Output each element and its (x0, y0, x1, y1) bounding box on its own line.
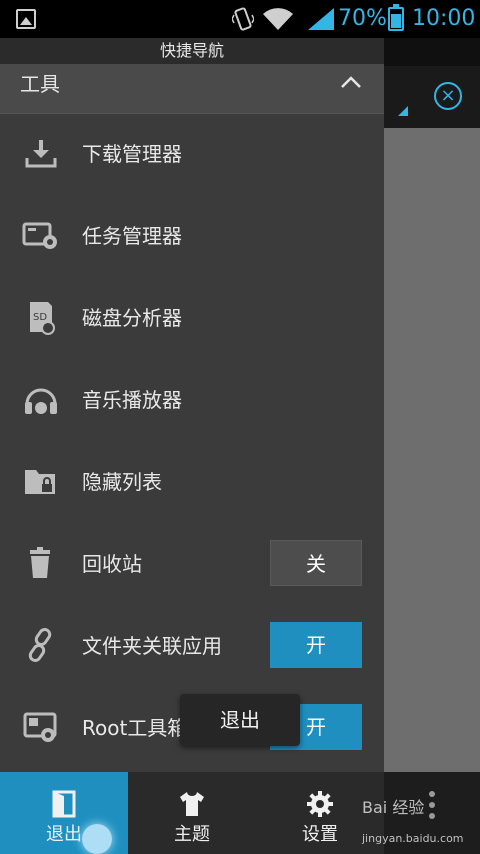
root-toolbox-icon (22, 708, 60, 746)
link-icon (22, 626, 60, 664)
chevron-up-icon[interactable] (340, 72, 362, 94)
drawer-item-label: 下载管理器 (82, 142, 182, 166)
download-icon (22, 134, 60, 172)
app-screen: 70% 10:00 × 快捷导航 工具 下载管理器 任务管理器 SD 磁盘分析器… (0, 0, 480, 854)
recycle-bin-toggle[interactable]: 关 (270, 540, 362, 586)
drawer-item-label: Root工具箱 (82, 716, 188, 740)
background-app: × (384, 38, 480, 772)
section-header-tools[interactable]: 工具 (0, 64, 384, 114)
gallery-notification-icon (16, 9, 36, 29)
vibrate-icon (231, 6, 255, 32)
drawer-item-recycle-bin[interactable]: 回收站 关 (0, 524, 384, 606)
locked-folder-icon (22, 462, 60, 500)
background-app-header: × (384, 38, 480, 128)
more-options-icon[interactable] (428, 790, 436, 820)
battery-icon (388, 4, 404, 31)
drawer-item-disk-analyzer[interactable]: SD 磁盘分析器 (0, 278, 384, 360)
navigation-drawer: 快捷导航 工具 下载管理器 任务管理器 SD 磁盘分析器 音乐播放器 隐藏列表 … (0, 38, 384, 772)
status-bar: 70% 10:00 (0, 0, 480, 38)
close-icon[interactable]: × (434, 82, 462, 110)
touch-indicator (82, 824, 112, 854)
drawer-item-label: 回收站 (82, 552, 142, 576)
clock: 10:00 (412, 6, 476, 31)
exit-door-icon (50, 790, 78, 818)
headphones-icon (22, 380, 60, 418)
drawer-item-label: 文件夹关联应用 (82, 634, 222, 658)
battery-percent: 70% (338, 6, 387, 31)
drawer-item-label: 任务管理器 (82, 224, 182, 248)
signal-icon (308, 8, 334, 30)
tab-theme[interactable]: 主题 (128, 772, 256, 854)
task-manager-icon (22, 216, 60, 254)
tab-exit[interactable]: 退出 (0, 772, 128, 854)
gear-icon (306, 790, 334, 818)
watermark-brand: Bai 经验 (362, 798, 425, 817)
drawer-item-task-manager[interactable]: 任务管理器 (0, 196, 384, 278)
trash-icon (22, 544, 60, 582)
drawer-item-label: 隐藏列表 (82, 470, 162, 494)
folder-association-toggle[interactable]: 开 (270, 622, 362, 668)
sd-card-icon: SD (22, 298, 60, 336)
svg-text:SD: SD (33, 312, 47, 323)
tab-label: 主题 (174, 824, 210, 845)
drawer-title: 快捷导航 (0, 38, 384, 64)
section-header-label: 工具 (20, 72, 60, 96)
watermark-url: jingyan.baidu.com (362, 832, 464, 845)
drawer-item-music-player[interactable]: 音乐播放器 (0, 360, 384, 442)
toast-message: 退出 (180, 694, 300, 746)
drawer-item-hidden-list[interactable]: 隐藏列表 (0, 442, 384, 524)
drawer-item-label: 磁盘分析器 (82, 306, 182, 330)
dropdown-indicator-icon (398, 106, 408, 116)
wifi-icon (262, 6, 294, 32)
drawer-item-folder-association[interactable]: 文件夹关联应用 开 (0, 606, 384, 688)
drawer-item-label: 音乐播放器 (82, 388, 182, 412)
shirt-icon (178, 790, 206, 818)
drawer-item-download-manager[interactable]: 下载管理器 (0, 114, 384, 196)
